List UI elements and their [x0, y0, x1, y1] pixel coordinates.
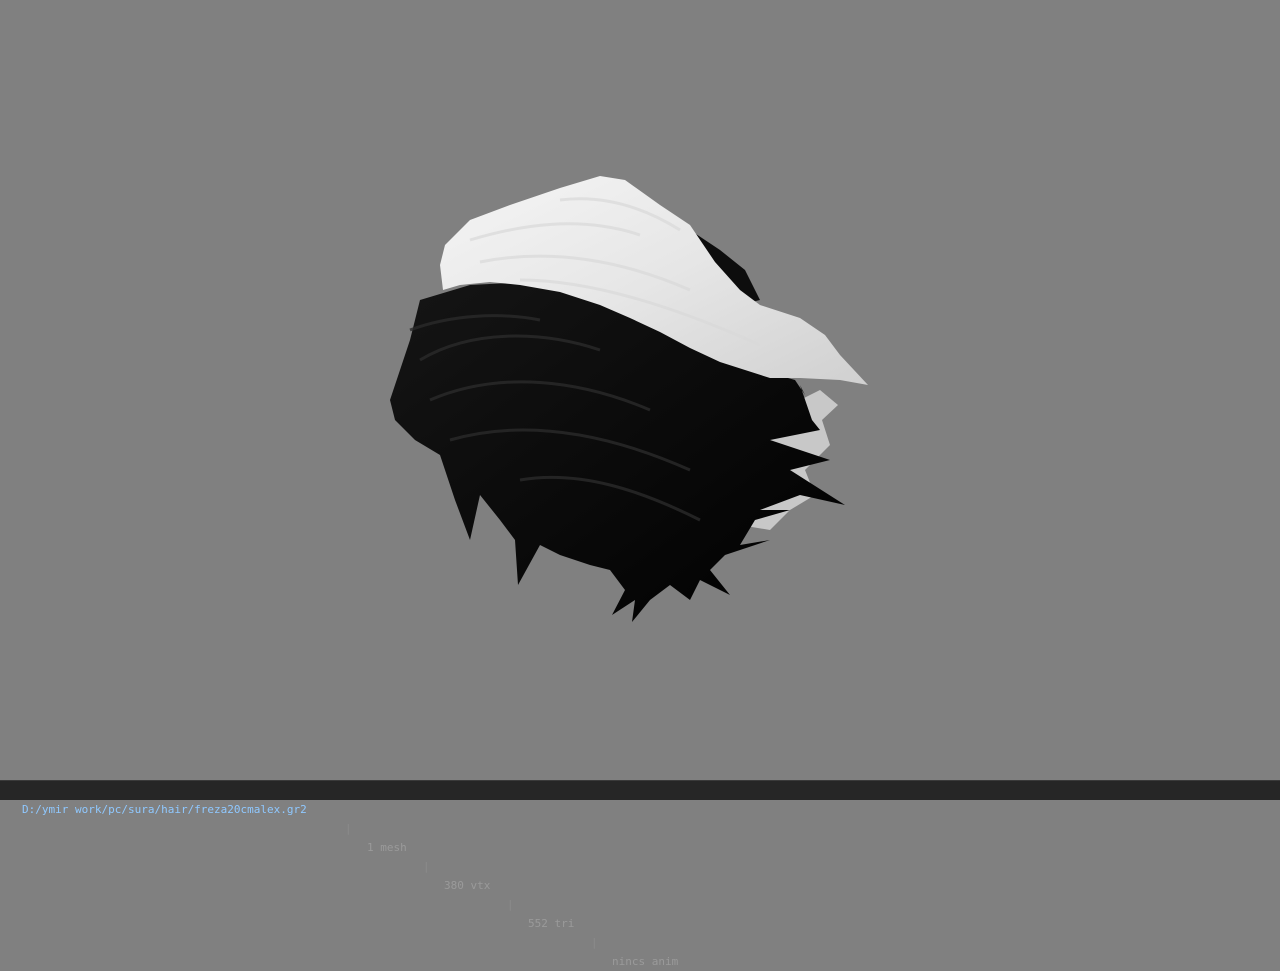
- status-bar: D:/ymir work/pc/sura/hair/freza20cmalex.…: [0, 780, 1280, 968]
- status-separator: |: [423, 860, 430, 873]
- status-separator: |: [507, 898, 514, 911]
- status-vertex-count: 380 vtx: [444, 879, 491, 892]
- 3d-viewport[interactable]: [0, 0, 1280, 780]
- hair-model-render: [390, 176, 868, 622]
- status-triangle-count: 552 tri: [528, 917, 575, 930]
- status-separator: |: [591, 936, 598, 949]
- status-mesh-count: 1 mesh: [367, 841, 407, 854]
- status-animation: nincs anim: [612, 955, 679, 968]
- status-file-path: D:/ymir work/pc/sura/hair/freza20cmalex.…: [22, 803, 307, 816]
- status-separator: |: [345, 822, 352, 835]
